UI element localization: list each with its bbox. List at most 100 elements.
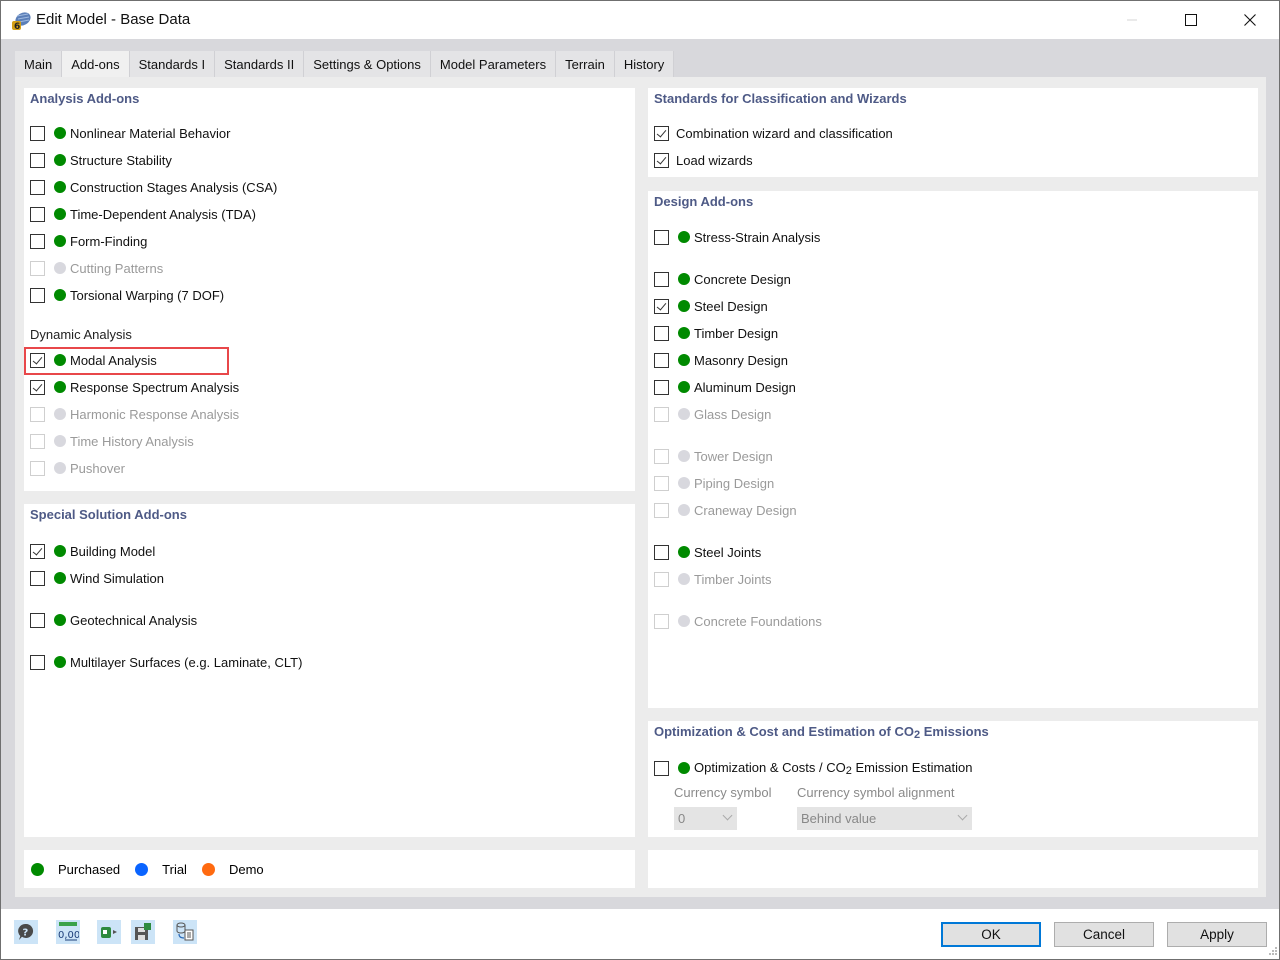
tab-settings-options[interactable]: Settings & Options [304,51,431,77]
standards-wizards-panel: Standards for Classification and Wizards… [648,88,1258,177]
unavailable-status-dot-icon [678,477,690,489]
addon-label: Piping Design [694,475,775,491]
addon-label: Construction Stages Analysis (CSA) [70,179,278,195]
minimize-button[interactable] [1103,1,1161,39]
checkbox[interactable] [654,152,669,168]
svg-text:?: ? [23,928,29,939]
addon-item-timber-design[interactable]: Timber Design [654,323,778,343]
addon-item-stress-strain-analysis[interactable]: Stress-Strain Analysis [654,227,820,247]
addon-item-geotechnical-analysis[interactable]: Geotechnical Analysis [30,610,197,630]
chevron-down-icon [722,810,733,821]
checkbox[interactable] [30,379,45,395]
addon-item-craneway-design: Craneway Design [654,500,797,520]
purchased-status-dot-icon [678,381,690,393]
addon-item-aluminum-design[interactable]: Aluminum Design [654,377,796,397]
tab-main[interactable]: Main [15,51,63,77]
help-button[interactable]: ? [14,920,38,944]
panel-title: Standards for Classification and Wizards [654,91,907,106]
addon-item-building-model[interactable]: Building Model [30,541,155,561]
currency-symbol-label: Currency symbol [674,785,772,800]
optimization-checkbox[interactable] [654,760,669,776]
addon-label: Concrete Foundations [694,613,822,629]
checkbox[interactable] [654,544,669,560]
save-button-tool[interactable] [131,920,155,944]
purchased-status-dot-icon [54,656,66,668]
checkbox[interactable] [30,612,45,628]
checkbox[interactable] [30,125,45,141]
tab-history[interactable]: History [614,51,675,77]
checkbox [654,406,669,422]
addon-label: Building Model [70,543,156,559]
checkbox[interactable] [654,352,669,368]
optimization-costs-item[interactable]: Optimization & Costs / CO2 Emission Esti… [654,758,973,778]
addon-item-multilayer-surfaces-e-g-laminate-clt[interactable]: Multilayer Surfaces (e.g. Laminate, CLT) [30,652,302,672]
checkbox[interactable] [30,287,45,303]
addon-item-time-dependent-analysis-tda[interactable]: Time-Dependent Analysis (TDA) [30,204,256,224]
cancel-button[interactable]: Cancel [1054,922,1154,947]
addon-item-cutting-patterns: Cutting Patterns [30,258,163,278]
tab-add-ons[interactable]: Add-ons [62,51,130,77]
addon-item-torsional-warping-7-dof[interactable]: Torsional Warping (7 DOF) [30,285,224,305]
addon-item-load-wizards[interactable]: Load wizards [654,150,753,170]
checkbox[interactable] [654,229,669,245]
addon-item-construction-stages-analysis-csa[interactable]: Construction Stages Analysis (CSA) [30,177,277,197]
tab-terrain[interactable]: Terrain [556,51,615,77]
tab-model-parameters[interactable]: Model Parameters [430,51,557,77]
currency-alignment-select[interactable]: Behind value [797,807,972,830]
purchased-status-dot-icon [54,208,66,220]
dialog-footer: ? 0,00 OK Cancel Apply [1,909,1279,959]
title-bar: 6 Edit Model - Base Data [1,1,1279,39]
addon-label: Glass Design [694,406,772,422]
checkbox[interactable] [654,379,669,395]
checkbox[interactable] [30,152,45,168]
addon-item-combination-wizard-and-classification[interactable]: Combination wizard and classification [654,123,893,143]
purchased-dot-icon [31,863,44,876]
addon-label: Craneway Design [694,502,797,518]
addon-item-response-spectrum-analysis[interactable]: Response Spectrum Analysis [30,377,239,397]
currency-symbol-select[interactable]: 0 [674,807,737,830]
ok-button[interactable]: OK [941,922,1041,947]
maximize-button[interactable] [1162,1,1220,39]
import-button[interactable] [97,920,121,944]
checkbox[interactable] [30,654,45,670]
currency-alignment-label: Currency symbol alignment [797,785,955,800]
addon-item-wind-simulation[interactable]: Wind Simulation [30,568,164,588]
trial-dot-icon [135,863,149,876]
purchased-status-dot-icon [54,235,66,247]
dynamic-analysis-label: Dynamic Analysis [30,327,132,342]
units-icon: 0,00 [58,922,79,941]
addon-item-form-finding[interactable]: Form-Finding [30,231,147,251]
close-button[interactable] [1221,1,1279,39]
database-icon [176,922,194,941]
checkbox[interactable] [30,206,45,222]
checkbox[interactable] [30,543,45,559]
tab-standards-ii[interactable]: Standards II [215,51,305,77]
addon-item-structure-stability[interactable]: Structure Stability [30,150,172,170]
addon-item-steel-joints[interactable]: Steel Joints [654,542,761,562]
addon-item-steel-design[interactable]: Steel Design [654,296,768,316]
database-button[interactable] [173,920,197,944]
checkbox [654,571,669,587]
addon-label: Load wizards [676,152,753,168]
addon-item-masonry-design[interactable]: Masonry Design [654,350,788,370]
addon-label: Stress-Strain Analysis [694,229,821,245]
addon-label: Combination wizard and classification [676,125,893,141]
checkbox[interactable] [30,233,45,249]
edit-model-dialog: 6 Edit Model - Base Data Main Add-ons St… [0,0,1280,960]
app-icon: 6 [10,10,31,32]
resize-grip-icon[interactable] [1267,947,1277,957]
units-button[interactable]: 0,00 [56,920,80,944]
checkbox [30,460,45,476]
checkbox[interactable] [654,271,669,287]
checkbox[interactable] [654,125,669,141]
addon-item-concrete-design[interactable]: Concrete Design [654,269,791,289]
addon-label: Nonlinear Material Behavior [70,125,231,141]
checkbox[interactable] [30,570,45,586]
checkbox[interactable] [30,179,45,195]
checkbox[interactable] [654,325,669,341]
addon-item-nonlinear-material-behavior[interactable]: Nonlinear Material Behavior [30,123,230,143]
apply-button[interactable]: Apply [1167,922,1267,947]
unavailable-status-dot-icon [678,615,690,627]
checkbox[interactable] [654,298,669,314]
tab-standards-i[interactable]: Standards I [129,51,216,77]
